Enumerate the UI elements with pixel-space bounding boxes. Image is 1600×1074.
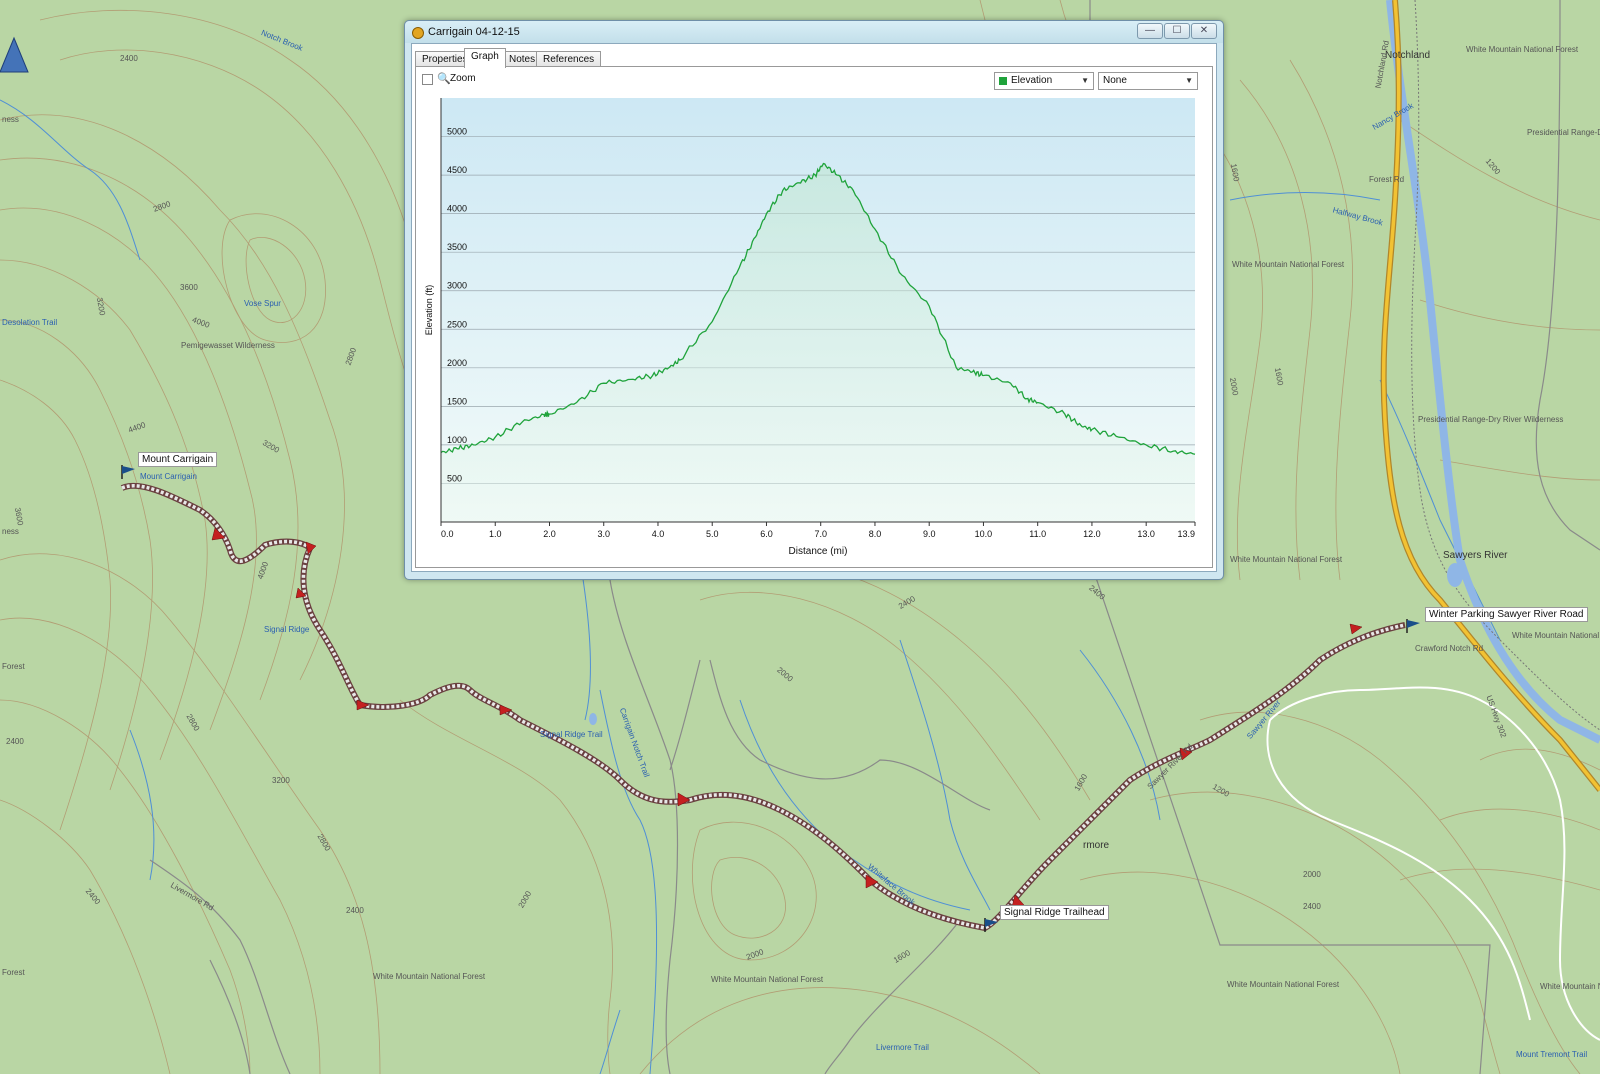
area-label: Pemigewasset Wilderness [181,341,275,350]
elevation-label: 2400 [120,54,138,63]
waypoint-parking[interactable]: Winter Parking Sawyer River Road [1425,607,1588,622]
elevation-chart[interactable]: 500100015002000250030003500400045005000 … [416,94,1210,574]
series-color-swatch [999,77,1007,85]
x-tick-label: 0.0 [441,529,454,539]
area-label: Forest [2,662,25,671]
elevation-label: 2400 [6,737,24,746]
y-axis-title: Elevation (ft) [424,285,434,336]
x-tick-label: 3.0 [597,529,610,539]
x-tick-label: 1.0 [489,529,502,539]
area-label: Forest [2,968,25,977]
trail-label: Signal Ridge Trail [540,730,603,739]
area-label: ness [2,527,19,536]
zoom-checkbox[interactable] [422,74,433,85]
x-tick-labels: 0.0 1.0 2.0 3.0 4.0 5.0 6.0 7.0 8.0 9.0 10.0 11.0 12… [440,522,1196,539]
area-label: White Mountain National Forest [1512,631,1600,640]
secondary-series-dropdown[interactable]: None ▼ [1098,72,1198,90]
y-tick-label: 4500 [447,165,467,175]
trail-label: Livermore Trail [876,1043,929,1052]
chevron-down-icon: ▼ [1185,76,1193,85]
pond [589,713,597,725]
waypoint-summit[interactable]: Mount Carrigain [138,452,218,467]
minimize-button[interactable]: — [1137,23,1163,39]
zoom-label: Zoom [450,73,476,84]
window-title: Carrigain 04-12-15 [428,26,520,38]
primary-series-value: Elevation [1011,75,1053,86]
area-label: White Mountain National Forest [373,972,486,981]
maximize-button[interactable]: ☐ [1164,23,1190,39]
waypoint-trailhead[interactable]: Signal Ridge Trailhead [1000,905,1109,920]
x-tick-label: 8.0 [869,529,882,539]
area-label: White Mountain National Forest [1230,555,1343,564]
y-tick-label: 5000 [447,127,467,137]
primary-series-dropdown[interactable]: Elevation ▼ [994,72,1094,90]
road-label: Crawford Notch Rd [1415,644,1484,653]
y-tick-label: 3500 [447,242,467,252]
y-tick-label: 1000 [447,435,467,445]
gps-app-icon [412,27,424,39]
x-tick-label: 13.9 [1177,529,1195,539]
x-tick-label: 13.0 [1137,529,1155,539]
flag-icon[interactable] [120,464,136,480]
area-label: White Mountain National Forest [711,975,824,984]
magnifier-icon: 🔍 [437,73,451,85]
y-tick-label: 500 [447,473,462,483]
road-label: Forest Rd [1369,175,1405,184]
place-label: rmore [1083,840,1110,851]
x-tick-label: 11.0 [1029,529,1046,539]
place-label: Sawyers River [1443,550,1508,561]
place-label: Notchland [1385,50,1431,61]
elevation-label: 3600 [180,283,198,292]
flag-icon[interactable] [983,917,999,933]
y-tick-label: 2000 [447,358,467,368]
window-content: Properties Graph Notes References 🔍 Zoom… [411,43,1217,572]
area-label: White Mountain National Forest [1232,260,1345,269]
x-tick-label: 4.0 [652,529,665,539]
pond [1447,563,1463,587]
secondary-series-value: None [1103,75,1127,86]
area-label: Presidential Range-Dry River Wilderness [1418,415,1564,424]
elevation-label: 2000 [1303,870,1321,879]
elevation-label: 2400 [346,906,364,915]
area-label: White Mountain National Forest [1540,982,1600,991]
y-tick-label: 2500 [447,319,467,329]
y-tick-label: 4000 [447,204,467,214]
elevation-label: 2400 [1303,902,1321,911]
area-label: Presidential Range-D [1527,128,1600,137]
y-tick-label: 1500 [447,396,467,406]
x-tick-label: 10.0 [975,529,993,539]
x-tick-label: 7.0 [814,529,827,539]
tab-references[interactable]: References [536,51,602,67]
track-properties-window[interactable]: Carrigain 04-12-15 — ☐ ✕ Properties Grap… [404,20,1224,580]
chevron-down-icon: ▼ [1081,76,1089,85]
flag-icon[interactable] [1405,618,1421,634]
trail-label: Signal Ridge [264,625,310,634]
peak-label: Vose Spur [244,299,281,308]
x-tick-label: 9.0 [923,529,936,539]
elevation-label: 3200 [272,776,290,785]
trail-label: Desolation Trail [2,318,58,327]
x-axis-title: Distance (mi) [789,546,848,557]
peak-label: Mount Carrigain [140,472,197,481]
trail-label: Mount Tremont Trail [1516,1050,1588,1059]
area-label: White Mountain National Forest [1466,45,1579,54]
tab-graph[interactable]: Graph [464,48,506,68]
x-tick-label: 2.0 [543,529,556,539]
title-bar[interactable]: Carrigain 04-12-15 — ☐ ✕ [405,21,1223,43]
graph-panel: 🔍 Zoom Elevation ▼ None ▼ 500 1000 1500 … [415,66,1213,568]
x-tick-label: 5.0 [706,529,719,539]
y-tick-label: 3000 [447,281,467,291]
area-label: White Mountain National Forest [1227,980,1340,989]
area-label: ness [2,115,19,124]
x-tick-label: 6.0 [760,529,773,539]
close-button[interactable]: ✕ [1191,23,1217,39]
x-tick-label: 12.0 [1083,529,1101,539]
